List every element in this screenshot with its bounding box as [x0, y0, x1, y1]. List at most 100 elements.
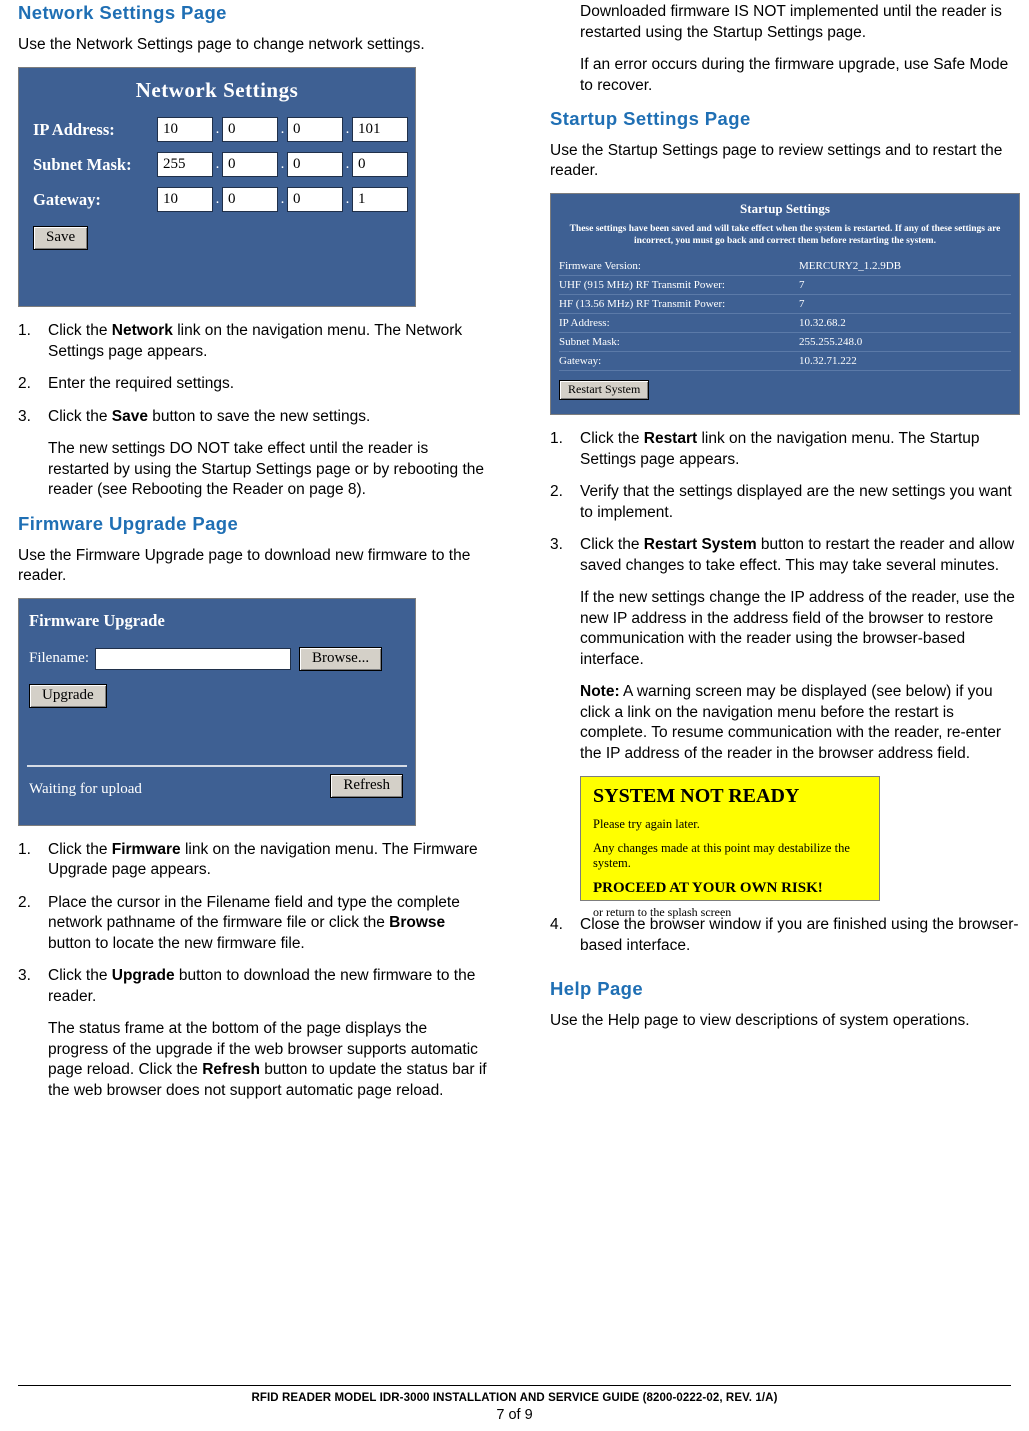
- intro-network-settings: Use the Network Settings page to change …: [18, 36, 425, 53]
- table-row: Firmware Version: MERCURY2_1.2.9DB: [559, 257, 1011, 276]
- step-text-pre: Click the: [48, 407, 112, 425]
- refresh-button[interactable]: Refresh: [330, 773, 403, 798]
- network-screenshot-title: Network Settings: [135, 78, 299, 102]
- step-text: Click the Restart System button to resta…: [580, 535, 1020, 576]
- upgrade-button[interactable]: Upgrade: [29, 683, 107, 708]
- ip-address-label: IP Address:: [33, 119, 115, 139]
- dot-separator: .: [280, 121, 285, 137]
- setting-key: HF (13.56 MHz) RF Transmit Power:: [559, 298, 726, 310]
- browse-button[interactable]: Browse...: [299, 646, 383, 671]
- step-number: 1.: [550, 430, 563, 447]
- network-row-subnet-mask: Subnet Mask: 255 . 0 . 0 . 0: [33, 152, 415, 177]
- try-again-later-text: Please try again later.: [593, 817, 700, 831]
- setting-value: 10.32.71.222: [799, 355, 857, 367]
- firmware-steps-list: 1. Click the Firmware link on the naviga…: [18, 840, 488, 1008]
- upload-status-text: Waiting for upload: [29, 780, 142, 797]
- step-text-post: button to save the new settings.: [147, 407, 371, 425]
- firmware-note-bold-refresh: Refresh: [202, 1061, 260, 1078]
- heading-firmware-upgrade-page: Firmware Upgrade Page: [18, 512, 239, 534]
- setting-key: UHF (915 MHz) RF Transmit Power:: [559, 279, 725, 291]
- step-number: 1.: [18, 840, 31, 858]
- subnet-octet-4[interactable]: 0: [352, 152, 408, 177]
- page-footer: RFID READER MODEL IDR-3000 INSTALLATION …: [18, 1385, 1011, 1423]
- ip-octet-1[interactable]: 10: [157, 117, 213, 142]
- setting-value: MERCURY2_1.2.9DB: [799, 260, 902, 272]
- firmware-upgrade-screenshot: Firmware Upgrade Filename: Browse... Upg…: [18, 597, 416, 826]
- gateway-octet-3[interactable]: 0: [287, 187, 343, 212]
- list-item: 1. Click the Network link on the navigat…: [18, 321, 488, 362]
- setting-value: 10.32.68.2: [799, 317, 846, 329]
- setting-key: Subnet Mask:: [559, 336, 620, 348]
- step-text: Click the Firmware link on the navigatio…: [48, 840, 488, 881]
- step-number: 2.: [18, 893, 31, 911]
- intro-startup-settings: Use the Startup Settings page to review …: [550, 142, 1003, 179]
- ip-octet-4[interactable]: 101: [352, 117, 408, 142]
- step-text-pre: Click the: [48, 840, 112, 858]
- setting-key: IP Address:: [559, 317, 610, 329]
- heading-help-page: Help Page: [550, 978, 644, 999]
- startup-steps-list: 1. Click the Restart link on the navigat…: [550, 429, 1020, 576]
- save-button[interactable]: Save: [33, 226, 89, 250]
- table-row: HF (13.56 MHz) RF Transmit Power: 7: [559, 295, 1011, 314]
- firmware-screenshot-title: Firmware Upgrade: [29, 610, 165, 630]
- list-item: 2. Enter the required settings.: [18, 374, 488, 395]
- network-row-ip-address: IP Address: 10 . 0 . 0 . 101: [33, 117, 415, 142]
- step-text: Enter the required settings.: [48, 375, 235, 392]
- gateway-octet-1[interactable]: 10: [157, 187, 213, 212]
- subnet-octet-2[interactable]: 0: [222, 152, 278, 177]
- setting-value: 255.255.248.0: [799, 336, 863, 348]
- footer-guide-title: RFID READER MODEL IDR-3000 INSTALLATION …: [251, 1392, 778, 1404]
- step-text-pre: Click the: [48, 322, 112, 339]
- upgrade-button-wrapper: Upgrade: [29, 683, 415, 708]
- step-text: Close the browser window if you are fini…: [580, 916, 1019, 954]
- step-text: Click the Restart link on the navigation…: [580, 429, 1020, 470]
- network-settings-screenshot: Network Settings IP Address: 10 . 0 . 0 …: [18, 67, 416, 307]
- table-row: IP Address: 10.32.68.2: [559, 314, 1011, 333]
- heading-network-settings-page: Network Settings Page: [18, 2, 227, 23]
- step-number: 2.: [550, 483, 563, 500]
- step-text: Place the cursor in the Filename field a…: [48, 893, 488, 955]
- footer-page-number: 7 of 9: [496, 1407, 533, 1423]
- destabilize-warning-text: Any changes made at this point may desta…: [593, 841, 850, 870]
- network-settings-note: The new settings DO NOT take effect unti…: [48, 440, 484, 498]
- save-button-wrapper: Save: [33, 226, 415, 250]
- filename-input[interactable]: [95, 647, 291, 670]
- left-column: Network Settings Page Use the Network Se…: [18, 2, 488, 1113]
- ip-octet-3[interactable]: 0: [287, 117, 343, 142]
- dot-separator: .: [345, 156, 350, 172]
- list-item: 3. Click the Save button to save the new…: [18, 407, 488, 428]
- step-text-pre: Click the: [580, 536, 644, 553]
- refresh-button-wrapper: Refresh: [330, 773, 403, 798]
- step-number: 1.: [18, 322, 31, 339]
- intro-help-page: Use the Help page to view descriptions o…: [550, 1012, 970, 1029]
- step-number: 2.: [18, 375, 31, 392]
- step-text-pre: Click the: [48, 967, 112, 984]
- dot-separator: .: [345, 121, 350, 137]
- dot-separator: .: [215, 156, 220, 172]
- table-row: UHF (915 MHz) RF Transmit Power: 7: [559, 276, 1011, 295]
- step-bold-firmware-link: Firmware: [111, 840, 181, 858]
- gateway-octet-4[interactable]: 1: [352, 187, 408, 212]
- dot-separator: .: [345, 191, 350, 207]
- startup-note-warning-screen: Note: A warning screen may be displayed …: [550, 682, 1020, 764]
- gateway-octet-2[interactable]: 0: [222, 187, 278, 212]
- proceed-at-own-risk-link[interactable]: PROCEED AT YOUR OWN RISK!: [593, 880, 879, 897]
- list-item: 3. Click the Upgrade button to download …: [18, 966, 488, 1007]
- subnet-octet-3[interactable]: 0: [287, 152, 343, 177]
- step-bold-restart-system: Restart System: [643, 536, 757, 553]
- restart-system-button[interactable]: Restart System: [559, 380, 650, 400]
- filename-label: Filename:: [29, 650, 89, 666]
- note-label: Note:: [580, 683, 620, 700]
- subnet-octet-1[interactable]: 255: [157, 152, 213, 177]
- document-page: Network Settings Page Use the Network Se…: [0, 0, 1029, 1431]
- step-bold-restart-link: Restart: [643, 430, 698, 447]
- step-text: Verify that the settings displayed are t…: [580, 483, 1012, 521]
- network-steps-list: 1. Click the Network link on the navigat…: [18, 321, 488, 427]
- ip-octet-2[interactable]: 0: [222, 117, 278, 142]
- step-text: Click the Upgrade button to download the…: [48, 966, 488, 1007]
- startup-note-ip-change: If the new settings change the IP addres…: [580, 589, 1015, 668]
- list-item: 4. Close the browser window if you are f…: [550, 915, 1020, 956]
- step-text: Click the Save button to save the new se…: [48, 407, 488, 428]
- step-text-post: button to locate the new firmware file.: [48, 934, 305, 952]
- list-item: 2. Place the cursor in the Filename fiel…: [18, 893, 488, 955]
